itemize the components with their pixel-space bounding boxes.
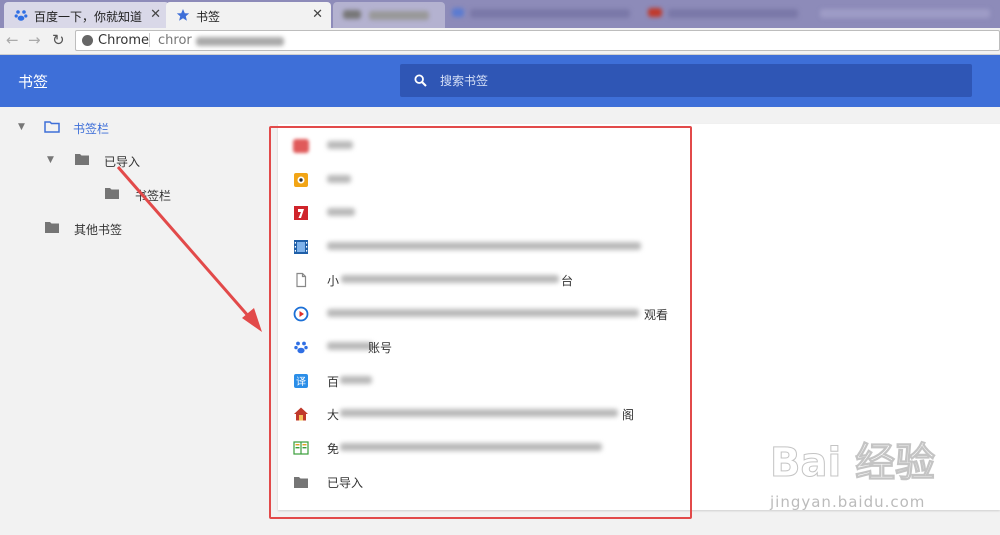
favicon-blur bbox=[648, 8, 662, 17]
svg-text:译: 译 bbox=[296, 376, 306, 388]
red-blur-icon bbox=[293, 139, 309, 153]
sidebar-item-label: 其他书签 bbox=[74, 223, 123, 237]
play-circle-icon bbox=[293, 306, 309, 322]
book-icon bbox=[293, 441, 309, 455]
bookmark-row[interactable]: 译 百 bbox=[278, 364, 688, 397]
folder-icon bbox=[75, 154, 89, 165]
tab-strip: 百度一下，你就知道 ✕ 书签 ✕ bbox=[0, 0, 1000, 28]
star-icon bbox=[176, 9, 190, 21]
baidu-paw-icon bbox=[294, 341, 308, 354]
baidu-jingyan-watermark: Bai 经验 jingyan.baidu.com bbox=[760, 425, 990, 520]
bookmark-row[interactable]: 已导入 bbox=[278, 465, 688, 498]
tab-title-blur bbox=[668, 9, 798, 18]
forward-icon[interactable]: → bbox=[28, 31, 41, 49]
bookmark-title-end: 台 bbox=[561, 274, 574, 288]
bookmark-title: 已导入 bbox=[327, 476, 364, 490]
url-text: chror bbox=[158, 33, 192, 48]
sidebar-item-label: 已导入 bbox=[104, 155, 141, 169]
bookmark-title-end: 观看 bbox=[644, 308, 669, 322]
close-icon[interactable]: ✕ bbox=[312, 7, 323, 22]
search-icon bbox=[414, 74, 427, 87]
search-placeholder: 搜索书签 bbox=[440, 74, 489, 88]
folder-icon bbox=[294, 477, 308, 488]
title-blur bbox=[327, 342, 373, 350]
house-icon bbox=[294, 407, 308, 421]
title-blur bbox=[340, 443, 602, 451]
folder-icon bbox=[105, 188, 119, 199]
title-blur bbox=[327, 242, 641, 250]
address-bar[interactable]: Chrome chror bbox=[75, 30, 1000, 51]
sidebar-item-label: 书签栏 bbox=[73, 122, 110, 136]
reload-icon[interactable]: ↻ bbox=[52, 31, 65, 49]
sidebar-item-bookmarks-bar[interactable]: ▼ 书签栏 bbox=[18, 119, 218, 139]
folder-icon bbox=[45, 222, 59, 233]
favicon-blur bbox=[343, 10, 361, 19]
title-blur bbox=[327, 208, 355, 216]
red-number-icon bbox=[294, 206, 308, 220]
bookmark-row[interactable]: 大 阁 bbox=[278, 397, 688, 430]
title-blur bbox=[369, 11, 429, 20]
url-blur bbox=[196, 37, 284, 46]
folder-open-icon bbox=[44, 121, 60, 133]
title-blur bbox=[340, 409, 618, 417]
bookmark-title-start: 百 bbox=[327, 375, 340, 389]
site-label: Chrome bbox=[98, 33, 149, 48]
page-title: 书签 bbox=[18, 73, 49, 91]
bookmark-row[interactable] bbox=[278, 129, 688, 162]
bookmark-title-start: 大 bbox=[327, 408, 340, 422]
document-icon bbox=[296, 272, 307, 288]
bookmark-row[interactable]: 观看 bbox=[278, 297, 688, 330]
bookmark-row[interactable] bbox=[278, 230, 688, 263]
sidebar-item-imported[interactable]: ▼ 已导入 bbox=[47, 152, 207, 172]
baidu-paw-icon bbox=[14, 10, 28, 21]
search-input[interactable]: 搜索书签 bbox=[400, 64, 972, 97]
bookmark-row[interactable]: 免 bbox=[278, 431, 688, 464]
tab-title: 百度一下，你就知道 bbox=[34, 10, 143, 24]
sidebar-item-other-bookmarks[interactable]: 其他书签 bbox=[44, 220, 204, 240]
title-blur bbox=[327, 141, 353, 149]
bookmark-row[interactable]: 小 台 bbox=[278, 263, 688, 296]
title-blur bbox=[327, 309, 639, 317]
app-header: 书签 搜索书签 bbox=[0, 55, 1000, 107]
title-blur bbox=[341, 275, 559, 283]
bookmark-row[interactable]: 账号 bbox=[278, 330, 688, 363]
title-blur bbox=[327, 175, 351, 183]
orange-face-icon bbox=[294, 173, 308, 187]
title-blur bbox=[340, 376, 372, 384]
chrome-icon bbox=[82, 35, 93, 46]
back-icon[interactable]: ← bbox=[6, 31, 19, 49]
tab-blurred[interactable] bbox=[333, 2, 445, 28]
tab-baidu[interactable]: 百度一下，你就知道 ✕ bbox=[4, 2, 169, 28]
close-icon[interactable]: ✕ bbox=[150, 7, 161, 22]
watermark-url: jingyan.baidu.com bbox=[770, 493, 926, 511]
caret-down-icon[interactable]: ▼ bbox=[47, 155, 54, 165]
translate-icon: 译 bbox=[294, 374, 308, 388]
sidebar-item-imported-bookmarks-bar[interactable]: 书签栏 bbox=[104, 186, 224, 206]
browser-toolbar: ← → ↻ Chrome chror bbox=[0, 28, 1000, 55]
bookmark-row[interactable] bbox=[278, 163, 688, 196]
caret-down-icon[interactable]: ▼ bbox=[18, 122, 25, 132]
favicon-blur bbox=[452, 8, 464, 17]
tab-bookmarks[interactable]: 书签 ✕ bbox=[166, 2, 331, 28]
film-strip-icon bbox=[294, 240, 308, 254]
divider bbox=[149, 33, 150, 47]
sidebar-item-label: 书签栏 bbox=[135, 189, 172, 203]
bookmark-title-start: 免 bbox=[327, 442, 340, 456]
tab-title-blur bbox=[470, 9, 630, 18]
bookmark-title-start: 小 bbox=[327, 274, 340, 288]
tab-title: 书签 bbox=[196, 10, 221, 24]
bookmark-title-end: 账号 bbox=[368, 341, 393, 355]
bookmark-row[interactable] bbox=[278, 196, 688, 229]
tab-title-blur bbox=[820, 9, 990, 18]
bookmark-title-end: 阁 bbox=[622, 408, 635, 422]
watermark-logo-text: Bai 经验 bbox=[769, 440, 936, 487]
